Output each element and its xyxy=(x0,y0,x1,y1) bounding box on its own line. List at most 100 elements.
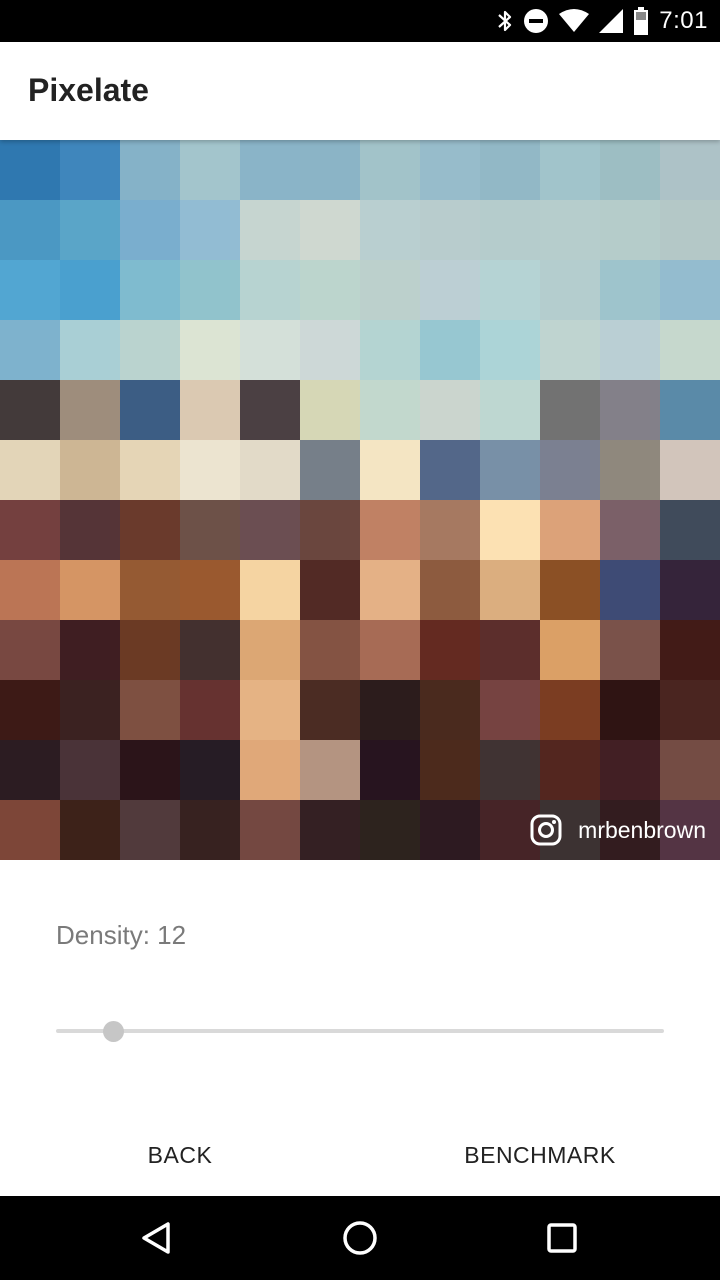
pixel-cell xyxy=(180,560,240,620)
watermark-username: mrbenbrown xyxy=(578,816,706,843)
pixel-cell xyxy=(120,380,180,440)
pixel-cell xyxy=(300,500,360,560)
pixel-cell xyxy=(60,320,120,380)
pixel-cell xyxy=(480,500,540,560)
pixel-cell xyxy=(600,440,660,500)
pixel-cell xyxy=(0,380,60,440)
pixel-cell xyxy=(300,320,360,380)
pixel-cell xyxy=(0,440,60,500)
pixel-cell xyxy=(120,200,180,260)
pixel-cell xyxy=(0,560,60,620)
pixel-cell xyxy=(300,140,360,200)
density-label: Density: 12 xyxy=(56,920,187,950)
pixel-cell xyxy=(600,560,660,620)
pixel-cell xyxy=(240,500,300,560)
pixel-cell xyxy=(240,800,300,860)
pixel-cell xyxy=(240,380,300,440)
slider-track[interactable] xyxy=(56,1029,664,1033)
pixel-cell xyxy=(540,560,600,620)
pixel-cell xyxy=(600,680,660,740)
pixel-cell xyxy=(120,320,180,380)
pixel-cell xyxy=(60,740,120,800)
pixel-cell xyxy=(600,620,660,680)
back-button[interactable]: BACK xyxy=(120,1130,240,1180)
benchmark-button[interactable]: BENCHMARK xyxy=(440,1130,640,1180)
pixelated-image: mrbenbrown xyxy=(0,140,720,860)
density-slider[interactable] xyxy=(56,1016,664,1046)
pixel-cell xyxy=(660,560,720,620)
status-time: 7:01 xyxy=(659,7,708,34)
pixel-cell xyxy=(420,680,480,740)
pixel-cell xyxy=(180,140,240,200)
page-title: Pixelate xyxy=(28,72,149,108)
pixel-cell xyxy=(360,200,420,260)
pixel-cell xyxy=(240,440,300,500)
pixel-cell xyxy=(60,620,120,680)
slider-thumb[interactable] xyxy=(102,1021,124,1042)
pixel-cell xyxy=(360,800,420,860)
pixel-cell xyxy=(240,740,300,800)
pixel-cell xyxy=(420,500,480,560)
pixel-cell xyxy=(360,140,420,200)
pixel-cell xyxy=(660,140,720,200)
pixel-cell xyxy=(60,200,120,260)
app-bar: Pixelate xyxy=(0,42,720,140)
pixel-cell xyxy=(180,500,240,560)
pixel-cell xyxy=(300,740,360,800)
pixel-cell xyxy=(0,680,60,740)
pixel-cell xyxy=(240,140,300,200)
pixel-cell xyxy=(660,380,720,440)
battery-icon xyxy=(633,7,649,35)
pixel-cell xyxy=(420,560,480,620)
pixel-cell xyxy=(0,620,60,680)
pixel-cell xyxy=(300,680,360,740)
pixel-cell xyxy=(480,440,540,500)
pixel-cell xyxy=(540,440,600,500)
pixel-cell xyxy=(420,740,480,800)
pixel-cell xyxy=(240,200,300,260)
pixel-cell xyxy=(0,140,60,200)
pixel-cell xyxy=(120,140,180,200)
pixel-cell xyxy=(240,620,300,680)
pixel-cell xyxy=(60,800,120,860)
do-not-disturb-icon xyxy=(523,8,549,34)
pixel-cell xyxy=(420,620,480,680)
pixel-cell xyxy=(600,740,660,800)
pixel-cell xyxy=(420,200,480,260)
pixel-cell xyxy=(360,260,420,320)
pixel-cell xyxy=(420,800,480,860)
pixel-cell xyxy=(540,740,600,800)
back-icon[interactable] xyxy=(134,1214,182,1262)
pixel-cell xyxy=(600,500,660,560)
pixel-cell xyxy=(180,620,240,680)
pixel-cell xyxy=(0,500,60,560)
pixel-cell xyxy=(600,140,660,200)
pixel-cell xyxy=(480,740,540,800)
pixel-cell xyxy=(0,260,60,320)
pixel-cell xyxy=(480,200,540,260)
pixel-cell xyxy=(540,620,600,680)
pixel-cell xyxy=(480,140,540,200)
pixel-cell xyxy=(180,680,240,740)
wifi-icon xyxy=(559,9,590,33)
pixel-cell xyxy=(120,620,180,680)
pixel-cell xyxy=(660,620,720,680)
recents-icon[interactable] xyxy=(538,1214,586,1262)
pixel-cell xyxy=(540,380,600,440)
pixel-cell xyxy=(120,440,180,500)
pixel-cell xyxy=(180,200,240,260)
pixel-cell xyxy=(420,320,480,380)
pixel-cell xyxy=(660,440,720,500)
home-icon[interactable] xyxy=(336,1214,384,1262)
pixel-cell xyxy=(240,260,300,320)
pixel-cell xyxy=(360,320,420,380)
pixel-cell xyxy=(420,260,480,320)
status-bar: 7:01 xyxy=(0,0,720,42)
pixel-cell xyxy=(480,380,540,440)
pixel-cell xyxy=(660,500,720,560)
pixel-grid xyxy=(0,140,720,860)
pixel-cell xyxy=(120,260,180,320)
pixel-cell xyxy=(600,380,660,440)
instagram-icon xyxy=(530,814,562,846)
pixel-cell xyxy=(180,740,240,800)
